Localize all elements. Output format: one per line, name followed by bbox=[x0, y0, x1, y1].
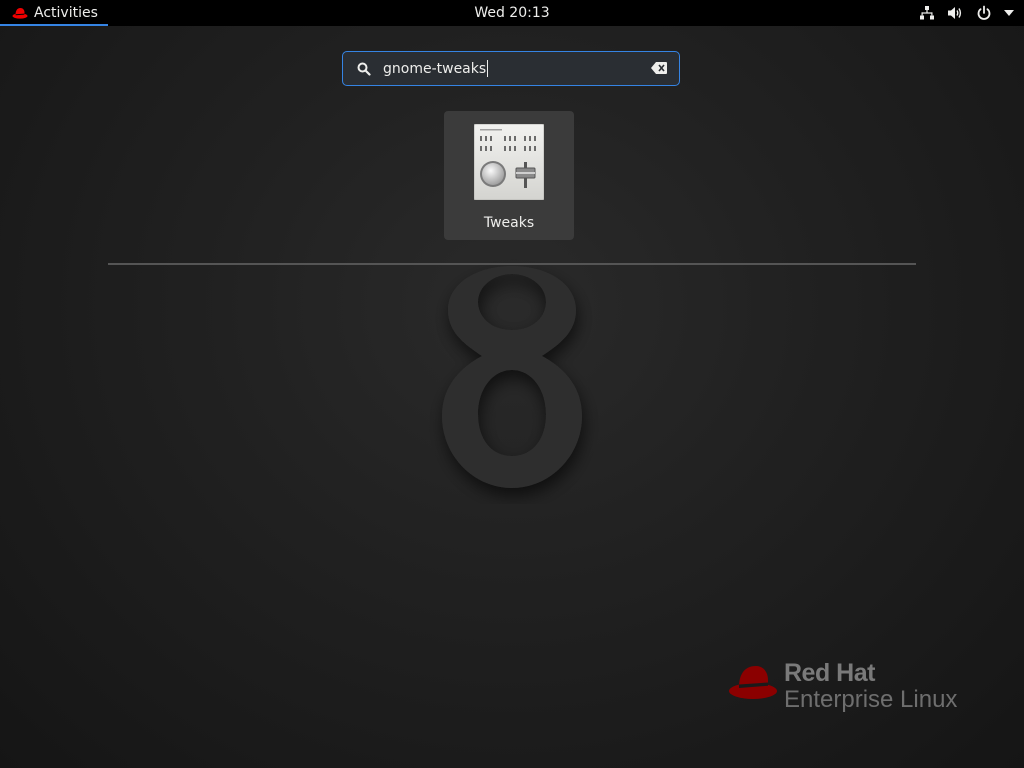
redhat-wallpaper-logo: Red Hat Enterprise Linux bbox=[728, 661, 957, 712]
text-cursor bbox=[487, 60, 489, 77]
clock[interactable]: Wed 20:13 bbox=[474, 5, 549, 21]
brand-line-2: Enterprise Linux bbox=[784, 686, 958, 713]
dropdown-arrow-icon[interactable] bbox=[1004, 10, 1014, 16]
network-icon[interactable] bbox=[919, 5, 935, 21]
desktop: Activities Wed 20:13 gnome-tweaks Tweaks… bbox=[0, 0, 1024, 768]
activities-button[interactable]: Activities bbox=[0, 0, 108, 26]
volume-icon[interactable] bbox=[947, 5, 964, 21]
app-label: Tweaks bbox=[483, 215, 535, 231]
results-separator bbox=[108, 263, 916, 265]
redhat-logo-icon bbox=[12, 7, 28, 19]
tweaks-app-icon bbox=[473, 123, 545, 201]
wallpaper-numeral bbox=[420, 244, 600, 508]
top-bar: Activities Wed 20:13 bbox=[0, 0, 1024, 26]
clear-text-icon[interactable] bbox=[651, 62, 667, 74]
activities-label: Activities bbox=[34, 5, 98, 21]
system-status-area[interactable] bbox=[919, 0, 1014, 26]
redhat-wordmark: Red Hat Enterprise Linux bbox=[784, 661, 957, 712]
search-text: gnome-tweaks bbox=[383, 52, 489, 85]
search-input[interactable]: gnome-tweaks bbox=[342, 51, 680, 86]
brand-line-1: Red Hat bbox=[784, 659, 875, 687]
power-icon[interactable] bbox=[976, 5, 992, 21]
search-result-tweaks[interactable]: Tweaks bbox=[444, 111, 574, 240]
redhat-logo-icon bbox=[728, 663, 778, 705]
activities-indicator bbox=[0, 24, 108, 26]
search-icon bbox=[357, 61, 371, 80]
clock-area: Wed 20:13 bbox=[0, 0, 1024, 26]
search-query: gnome-tweaks bbox=[383, 60, 487, 77]
